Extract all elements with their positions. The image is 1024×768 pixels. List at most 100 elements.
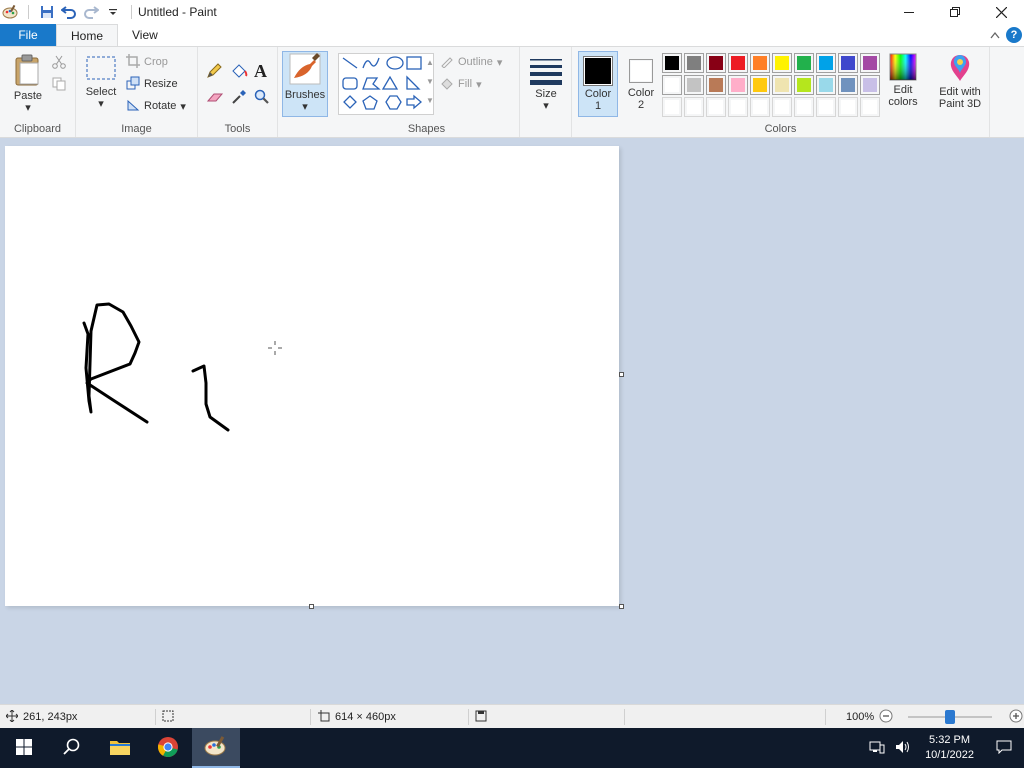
- oval-shape-icon[interactable]: [386, 56, 404, 70]
- resize-handle-bottom[interactable]: [309, 604, 314, 609]
- palette-empty-swatch[interactable]: [706, 97, 726, 117]
- palette-empty-swatch[interactable]: [662, 97, 682, 117]
- line-shape-icon[interactable]: [342, 57, 358, 69]
- collapse-ribbon-icon[interactable]: [990, 28, 1000, 42]
- image-size: 614 × 460px: [335, 711, 396, 723]
- eraser-icon[interactable]: [206, 91, 224, 108]
- palette-color-swatch[interactable]: [706, 75, 726, 95]
- scroll-up-icon[interactable]: ▲: [426, 57, 434, 68]
- palette-color-swatch[interactable]: [750, 53, 770, 73]
- edit-with-paint3d-button[interactable]: Edit with Paint 3D: [932, 53, 988, 110]
- size-button[interactable]: Size ▾: [528, 55, 564, 112]
- notifications-icon[interactable]: [984, 740, 1024, 757]
- tools-group-label: Tools: [224, 123, 251, 135]
- tab-file[interactable]: File: [0, 24, 56, 46]
- paint-taskbar-button[interactable]: [192, 728, 240, 768]
- palette-color-swatch[interactable]: [794, 75, 814, 95]
- polygon-shape-icon[interactable]: [362, 77, 381, 90]
- pencil-icon[interactable]: [206, 63, 222, 82]
- palette-empty-swatch[interactable]: [860, 97, 880, 117]
- pentagon-shape-icon[interactable]: [362, 95, 378, 110]
- select-button[interactable]: Select ▾: [82, 55, 120, 110]
- start-button[interactable]: [0, 728, 48, 768]
- chrome-button[interactable]: [144, 728, 192, 768]
- volume-icon[interactable]: [895, 740, 911, 757]
- color2-button[interactable]: Color 2: [622, 51, 660, 117]
- hexagon-shape-icon[interactable]: [385, 95, 402, 110]
- magnifier-icon[interactable]: [254, 89, 270, 108]
- diamond-shape-icon[interactable]: [343, 95, 357, 109]
- palette-color-swatch[interactable]: [750, 75, 770, 95]
- palette-color-swatch[interactable]: [772, 75, 792, 95]
- paint-app-icon[interactable]: [2, 4, 18, 20]
- fill-button[interactable]: Fill ▾: [440, 73, 502, 95]
- help-icon[interactable]: ?: [1006, 27, 1022, 43]
- close-button[interactable]: [978, 0, 1024, 24]
- palette-color-swatch[interactable]: [838, 53, 858, 73]
- right-triangle-shape-icon[interactable]: [406, 75, 421, 90]
- edit-colors-button[interactable]: Edit colors: [884, 53, 922, 108]
- arrow-right-shape-icon[interactable]: [406, 94, 422, 110]
- tab-view[interactable]: View: [118, 24, 172, 46]
- palette-empty-swatch[interactable]: [750, 97, 770, 117]
- network-icon[interactable]: [869, 740, 885, 757]
- curve-shape-icon[interactable]: [362, 57, 380, 69]
- canvas-workspace[interactable]: [0, 138, 1024, 704]
- text-tool-icon[interactable]: A: [254, 61, 267, 82]
- color1-button[interactable]: Color 1: [578, 51, 618, 117]
- copy-icon[interactable]: [52, 77, 66, 94]
- crop-button[interactable]: Crop: [126, 51, 186, 73]
- undo-icon[interactable]: [61, 4, 77, 20]
- save-icon[interactable]: [39, 4, 55, 20]
- palette-color-swatch[interactable]: [816, 53, 836, 73]
- file-explorer-button[interactable]: [96, 728, 144, 768]
- customize-toolbar-icon[interactable]: [105, 4, 121, 20]
- palette-color-swatch[interactable]: [794, 53, 814, 73]
- resize-button[interactable]: Resize: [126, 73, 186, 95]
- palette-color-swatch[interactable]: [772, 53, 792, 73]
- palette-empty-swatch[interactable]: [838, 97, 858, 117]
- restore-button[interactable]: [932, 0, 978, 24]
- rectangle-shape-icon[interactable]: [406, 56, 422, 70]
- palette-color-swatch[interactable]: [662, 53, 682, 73]
- brushes-button[interactable]: Brushes ▾: [282, 51, 328, 117]
- redo-icon[interactable]: [83, 4, 99, 20]
- scroll-down-icon[interactable]: ▼: [426, 76, 434, 87]
- fill-bucket-icon[interactable]: [230, 63, 248, 82]
- tab-home[interactable]: Home: [56, 24, 119, 46]
- paste-button[interactable]: Paste ▾: [8, 53, 48, 114]
- minimize-button[interactable]: [886, 0, 932, 24]
- palette-color-swatch[interactable]: [728, 75, 748, 95]
- palette-color-swatch[interactable]: [684, 53, 704, 73]
- rotate-button[interactable]: Rotate ▾: [126, 95, 186, 117]
- palette-color-swatch[interactable]: [816, 75, 836, 95]
- search-button[interactable]: [48, 728, 96, 768]
- palette-empty-swatch[interactable]: [684, 97, 704, 117]
- zoom-slider-thumb[interactable]: [945, 710, 956, 724]
- palette-empty-swatch[interactable]: [728, 97, 748, 117]
- resize-handle-corner[interactable]: [619, 604, 624, 609]
- cut-icon[interactable]: [52, 55, 66, 72]
- palette-color-swatch[interactable]: [684, 75, 704, 95]
- clock[interactable]: 5:32 PM 10/1/2022: [915, 733, 984, 763]
- palette-color-swatch[interactable]: [860, 75, 880, 95]
- palette-color-swatch[interactable]: [860, 53, 880, 73]
- palette-color-swatch[interactable]: [706, 53, 726, 73]
- palette-color-swatch[interactable]: [728, 53, 748, 73]
- drawing-canvas[interactable]: [5, 146, 619, 606]
- color-picker-icon[interactable]: [231, 89, 247, 108]
- triangle-shape-icon[interactable]: [381, 75, 399, 90]
- zoom-out-button[interactable]: [879, 709, 893, 726]
- zoom-in-button[interactable]: [1009, 709, 1023, 726]
- outline-button[interactable]: Outline ▾: [440, 51, 502, 73]
- palette-empty-swatch[interactable]: [816, 97, 836, 117]
- palette-empty-swatch[interactable]: [772, 97, 792, 117]
- palette-color-swatch[interactable]: [662, 75, 682, 95]
- palette-empty-swatch[interactable]: [794, 97, 814, 117]
- zoom-slider[interactable]: [908, 710, 993, 724]
- palette-swatch-fill: [687, 56, 701, 70]
- rounded-rectangle-shape-icon[interactable]: [342, 77, 358, 90]
- palette-color-swatch[interactable]: [838, 75, 858, 95]
- resize-handle-right[interactable]: [619, 372, 624, 377]
- expand-gallery-icon[interactable]: ▼: [426, 95, 434, 106]
